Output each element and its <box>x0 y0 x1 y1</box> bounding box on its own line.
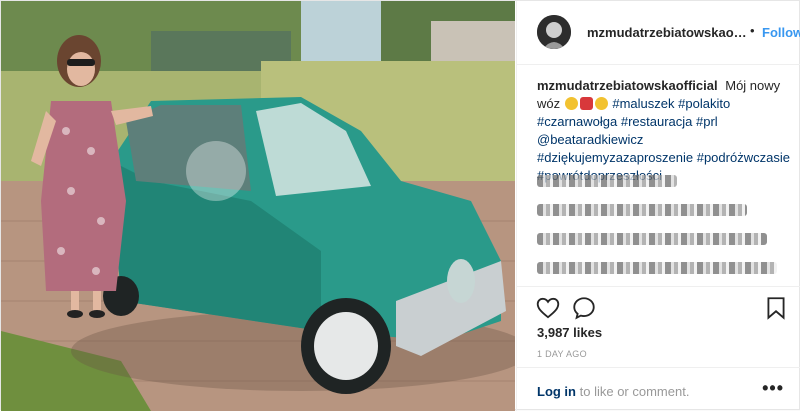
blurred-comment <box>537 262 777 274</box>
blurred-comment <box>537 233 767 245</box>
post-sidebar: mzmudatrzebiatowskaoffi... • Follow mzmu… <box>516 1 800 411</box>
blurred-comments <box>537 171 795 287</box>
bookmark-icon[interactable] <box>763 295 789 321</box>
bookmark-icon-svg <box>767 297 785 320</box>
caption-text-2: wóz <box>537 96 561 111</box>
hashtag-link[interactable]: #dziękujemyzazaproszenie <box>537 150 693 165</box>
hashtag-link[interactable]: #prl <box>696 114 718 129</box>
mention-link[interactable]: @beataradkiewicz <box>537 132 643 147</box>
hashtag-link[interactable]: #podróżwczasie <box>697 150 790 165</box>
blurred-comment <box>537 175 677 187</box>
comment-icon[interactable] <box>571 295 597 321</box>
wink-emoji-icon <box>594 97 608 110</box>
post-photo[interactable] <box>1 1 515 411</box>
instagram-post: mzmudatrzebiatowskaoffi... • Follow mzmu… <box>0 0 800 411</box>
post-timestamp[interactable]: 1 DAY AGO <box>537 349 587 359</box>
post-caption: mzmudatrzebiatowskaofficial Mój nowy wóz… <box>537 77 795 185</box>
emoji-icon <box>564 97 578 110</box>
login-link[interactable]: Log in <box>537 384 576 399</box>
login-prompt: Log in to like or comment. <box>537 384 689 399</box>
follow-button[interactable]: Follow <box>762 25 800 40</box>
blurred-comment <box>537 204 747 216</box>
like-count[interactable]: 3,987 likes <box>537 325 602 340</box>
caption-text: Mój nowy <box>725 78 781 93</box>
login-bar: Log in to like or comment. ••• <box>517 367 800 411</box>
comment-row <box>537 229 795 258</box>
avatar[interactable] <box>537 15 571 49</box>
comment-row <box>537 200 795 229</box>
more-options-icon[interactable]: ••• <box>762 378 784 399</box>
comment-row <box>537 258 795 287</box>
post-header: mzmudatrzebiatowskaoffi... • Follow <box>517 1 800 65</box>
car-emoji-icon <box>579 97 593 110</box>
action-bar <box>517 286 800 326</box>
comment-row <box>537 171 795 200</box>
hashtag-link[interactable]: #maluszek <box>612 96 674 111</box>
car-photo-illustration <box>1 1 515 411</box>
post-username[interactable]: mzmudatrzebiatowskaoffi... <box>587 25 747 40</box>
heart-icon-svg <box>536 297 560 319</box>
hashtag-link[interactable]: #polakito <box>678 96 730 111</box>
login-prompt-text: to like or comment. <box>579 384 690 399</box>
heart-icon[interactable] <box>535 295 561 321</box>
hashtag-link[interactable]: #czarnawołga <box>537 114 617 129</box>
avatar-image <box>537 15 571 49</box>
caption-author[interactable]: mzmudatrzebiatowskaofficial <box>537 78 718 93</box>
hashtag-link[interactable]: #restauracja <box>621 114 693 129</box>
separator-dot: • <box>750 23 755 38</box>
comment-icon-svg <box>573 297 595 320</box>
